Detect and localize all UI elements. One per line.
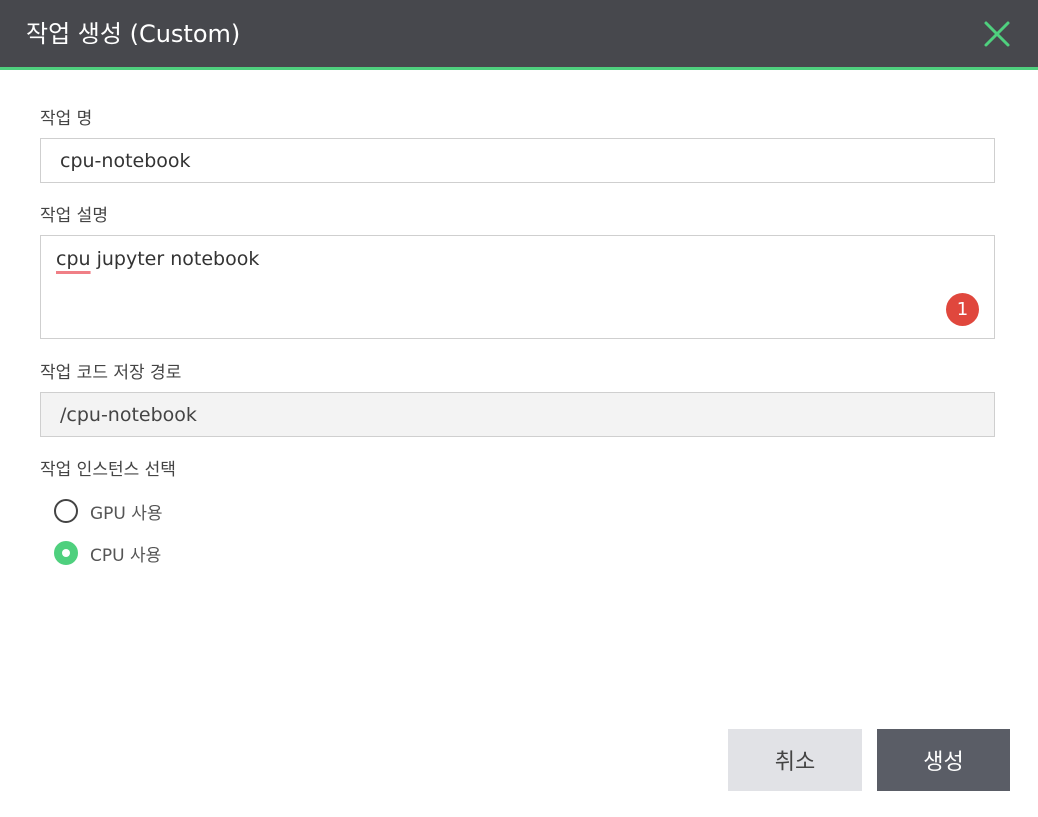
job-description-text: cpu jupyter notebook [56, 247, 259, 271]
job-description-label: 작업 설명 [40, 206, 108, 226]
instance-select-label: 작업 인스턴스 선택 [40, 460, 176, 480]
cancel-button[interactable]: 취소 [728, 729, 862, 791]
close-button[interactable] [980, 17, 1014, 51]
radio-label-cpu: CPU 사용 [90, 545, 162, 566]
dialog-title: 작업 생성 (Custom) [26, 20, 241, 48]
job-name-label: 작업 명 [40, 109, 93, 129]
job-description-textarea[interactable]: cpu jupyter notebook 1 [40, 235, 995, 339]
radio-button-gpu[interactable] [54, 499, 78, 523]
job-name-input[interactable] [40, 138, 995, 183]
radio-label-gpu: GPU 사용 [90, 503, 163, 524]
code-path-input [40, 392, 995, 437]
code-path-label: 작업 코드 저장 경로 [40, 363, 182, 383]
grammar-check-badge[interactable]: 1 [946, 293, 979, 326]
radio-option-gpu[interactable]: GPU 사용 [54, 498, 163, 524]
close-icon [984, 21, 1010, 47]
description-rest: jupyter notebook [90, 248, 260, 270]
dialog-header: 작업 생성 (Custom) [0, 0, 1038, 70]
radio-option-cpu[interactable]: CPU 사용 [54, 540, 161, 566]
radio-button-cpu[interactable] [54, 541, 78, 565]
create-button[interactable]: 생성 [877, 729, 1010, 791]
misspelled-word: cpu [56, 248, 91, 270]
